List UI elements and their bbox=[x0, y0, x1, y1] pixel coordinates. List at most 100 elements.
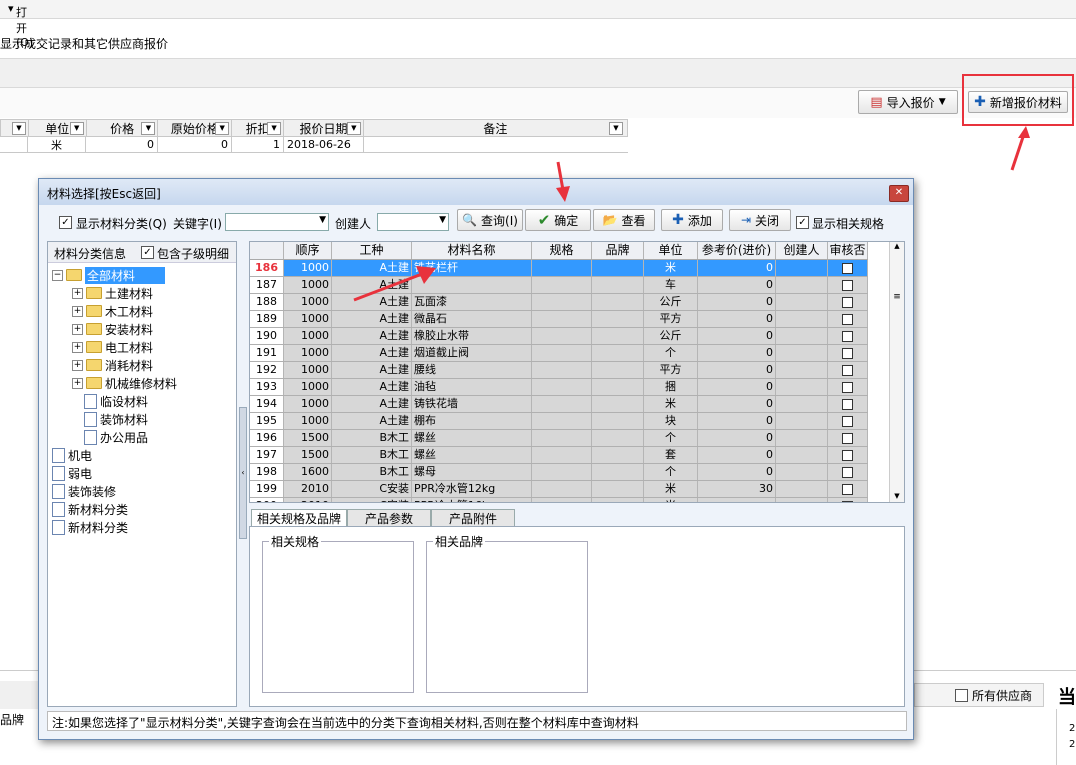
review-checkbox[interactable] bbox=[828, 396, 868, 412]
col-date[interactable]: 报价日期 ▼ bbox=[284, 120, 364, 136]
tree-item[interactable]: 机电 bbox=[52, 446, 92, 464]
review-checkbox[interactable] bbox=[828, 413, 868, 429]
review-checkbox[interactable] bbox=[828, 328, 868, 344]
table-column-header[interactable]: 单位 bbox=[644, 242, 698, 259]
review-checkbox[interactable] bbox=[828, 311, 868, 327]
col-remark[interactable]: 备注 ▼ bbox=[364, 120, 627, 136]
tree-item[interactable]: + 土建材料 bbox=[72, 284, 153, 302]
vertical-scrollbar[interactable]: ▲ ▼ ≡ bbox=[889, 242, 904, 502]
table-row[interactable]: 197 1500 B木工 螺丝 套 0 bbox=[250, 447, 868, 464]
add-button[interactable]: ✚ 添加 bbox=[661, 209, 723, 231]
close-icon[interactable]: ✕ bbox=[889, 185, 909, 202]
add-material-button[interactable]: ✚ 新增报价材料 bbox=[968, 91, 1068, 113]
tab-product-attachments[interactable]: 产品附件 bbox=[431, 509, 515, 527]
table-row[interactable]: 190 1000 A土建 橡胶止水带 公斤 0 bbox=[250, 328, 868, 345]
dropdown-icon[interactable]: ▼ bbox=[69, 122, 84, 135]
review-checkbox[interactable] bbox=[828, 277, 868, 293]
expand-icon[interactable]: + bbox=[72, 305, 83, 317]
review-checkbox[interactable] bbox=[828, 294, 868, 310]
tree-item[interactable]: 装饰材料 bbox=[84, 410, 148, 428]
tab-spec-brand[interactable]: 相关规格及品牌 bbox=[251, 509, 347, 527]
tree-item[interactable]: + 木工材料 bbox=[72, 302, 153, 320]
include-children-checkbox[interactable]: ✓ bbox=[141, 246, 154, 259]
table-row[interactable]: 188 1000 A土建 瓦面漆 公斤 0 bbox=[250, 294, 868, 311]
expand-icon[interactable]: + bbox=[72, 359, 83, 371]
expand-icon[interactable]: + bbox=[72, 287, 83, 299]
table-row[interactable]: 196 1500 B木工 螺丝 个 0 bbox=[250, 430, 868, 447]
review-checkbox[interactable] bbox=[828, 430, 868, 446]
dropdown-icon[interactable]: ▼ bbox=[609, 122, 623, 135]
all-suppliers-checkbox[interactable] bbox=[955, 688, 968, 702]
table-column-header[interactable]: 品牌 bbox=[592, 242, 644, 259]
chevron-down-icon[interactable]: ▼ bbox=[319, 215, 326, 225]
table-row[interactable]: 198 1600 B木工 螺母 个 0 bbox=[250, 464, 868, 481]
bg-grid-row[interactable]: 米 0 0 1 2018-06-26 bbox=[0, 137, 628, 153]
table-column-header[interactable]: 参考价(进价) bbox=[698, 242, 776, 259]
keyword-input[interactable]: ▼ bbox=[225, 213, 329, 231]
tree-item-label: 新材料分类 bbox=[68, 520, 129, 535]
table-column-header[interactable]: 工种 bbox=[332, 242, 412, 259]
tree-item[interactable]: + 安装材料 bbox=[72, 320, 153, 338]
col-unit[interactable]: 单位 ▼ bbox=[29, 120, 87, 136]
creator-select[interactable]: ▼ bbox=[377, 213, 449, 231]
table-column-header[interactable]: 创建人 bbox=[776, 242, 828, 259]
tree-item[interactable]: 装饰装修 bbox=[52, 482, 116, 500]
tree-item[interactable]: 新材料分类 bbox=[52, 518, 128, 536]
tree-item[interactable]: 临设材料 bbox=[84, 392, 148, 410]
expand-icon[interactable]: + bbox=[72, 377, 83, 389]
tree-item[interactable]: + 电工材料 bbox=[72, 338, 153, 356]
table-row[interactable]: 189 1000 A土建 微晶石 平方 0 bbox=[250, 311, 868, 328]
tree-item[interactable]: 弱电 bbox=[52, 464, 92, 482]
table-row[interactable]: 191 1000 A土建 烟道截止阀 个 0 bbox=[250, 345, 868, 362]
table-row[interactable]: 193 1000 A土建 油毡 捆 0 bbox=[250, 379, 868, 396]
review-checkbox[interactable] bbox=[828, 260, 868, 276]
table-column-header[interactable]: 审核否 bbox=[828, 242, 868, 259]
table-column-header[interactable]: 材料名称 bbox=[412, 242, 532, 259]
dropdown-icon[interactable]: ▼ bbox=[141, 122, 156, 135]
dropdown-icon[interactable]: ▼ bbox=[267, 122, 282, 135]
review-checkbox[interactable] bbox=[828, 498, 868, 502]
expand-icon[interactable]: + bbox=[72, 323, 83, 335]
table-row[interactable]: 186 1000 A土建 铁艺栏杆 米 0 bbox=[250, 260, 868, 277]
chevron-down-icon[interactable]: ▼ bbox=[439, 215, 446, 225]
col-discount[interactable]: 折扣 ▼ bbox=[232, 120, 285, 136]
splitter-handle[interactable]: ‹ bbox=[239, 407, 247, 539]
review-checkbox[interactable] bbox=[828, 464, 868, 480]
table-row[interactable]: 2002010C安装PPR冷水管16kg 米 bbox=[250, 498, 868, 502]
table-cell: A土建 bbox=[332, 328, 412, 344]
close-button[interactable]: ⇥ 关闭 bbox=[729, 209, 791, 231]
tree-item[interactable]: − 全部材料 bbox=[52, 266, 166, 284]
table-row[interactable]: 194 1000 A土建 铸铁花墙 米 0 bbox=[250, 396, 868, 413]
review-checkbox[interactable] bbox=[828, 345, 868, 361]
expand-icon[interactable]: + bbox=[72, 341, 83, 353]
col-orig-price[interactable]: 原始价格 ▼ bbox=[158, 120, 233, 136]
query-button[interactable]: 🔍 查询(I) bbox=[457, 209, 523, 231]
review-checkbox[interactable] bbox=[828, 362, 868, 378]
tree-item[interactable]: 新材料分类 bbox=[52, 500, 128, 518]
table-column-header[interactable] bbox=[250, 242, 284, 259]
table-row[interactable]: 187 1000 A土建 车 0 bbox=[250, 277, 868, 294]
table-row[interactable]: 195 1000 A土建 棚布 块 0 bbox=[250, 413, 868, 430]
collapse-icon[interactable]: − bbox=[52, 269, 63, 281]
table-row[interactable]: 192 1000 A土建 腰线 平方 0 bbox=[250, 362, 868, 379]
table-column-header[interactable]: 顺序 bbox=[284, 242, 332, 259]
col-price[interactable]: 价格 ▼ bbox=[87, 120, 159, 136]
tree-item[interactable]: + 机械维修材料 bbox=[72, 374, 177, 392]
show-category-checkbox[interactable]: ✓ bbox=[59, 216, 72, 229]
dropdown-icon[interactable]: ▼ bbox=[346, 122, 361, 135]
dropdown-icon[interactable]: ▼ bbox=[11, 122, 26, 135]
review-checkbox[interactable] bbox=[828, 481, 868, 497]
table-row[interactable]: 199 2010 C安装 PPR冷水管12kg 米 30 bbox=[250, 481, 868, 498]
menu-open[interactable]: 打开(O) ▾ bbox=[8, 2, 33, 49]
tab-product-params[interactable]: 产品参数 bbox=[347, 509, 431, 527]
show-related-spec-checkbox[interactable]: ✓ bbox=[796, 216, 809, 229]
review-checkbox[interactable] bbox=[828, 379, 868, 395]
tree-item[interactable]: 办公用品 bbox=[84, 428, 148, 446]
confirm-button[interactable]: ✔ 确定 bbox=[525, 209, 591, 231]
review-checkbox[interactable] bbox=[828, 447, 868, 463]
view-button[interactable]: 📂 查看 bbox=[593, 209, 655, 231]
import-quote-button[interactable]: ▤ 导入报价 ▼ bbox=[858, 90, 958, 114]
dropdown-icon[interactable]: ▼ bbox=[215, 122, 230, 135]
table-column-header[interactable]: 规格 bbox=[532, 242, 592, 259]
tree-item[interactable]: + 消耗材料 bbox=[72, 356, 153, 374]
